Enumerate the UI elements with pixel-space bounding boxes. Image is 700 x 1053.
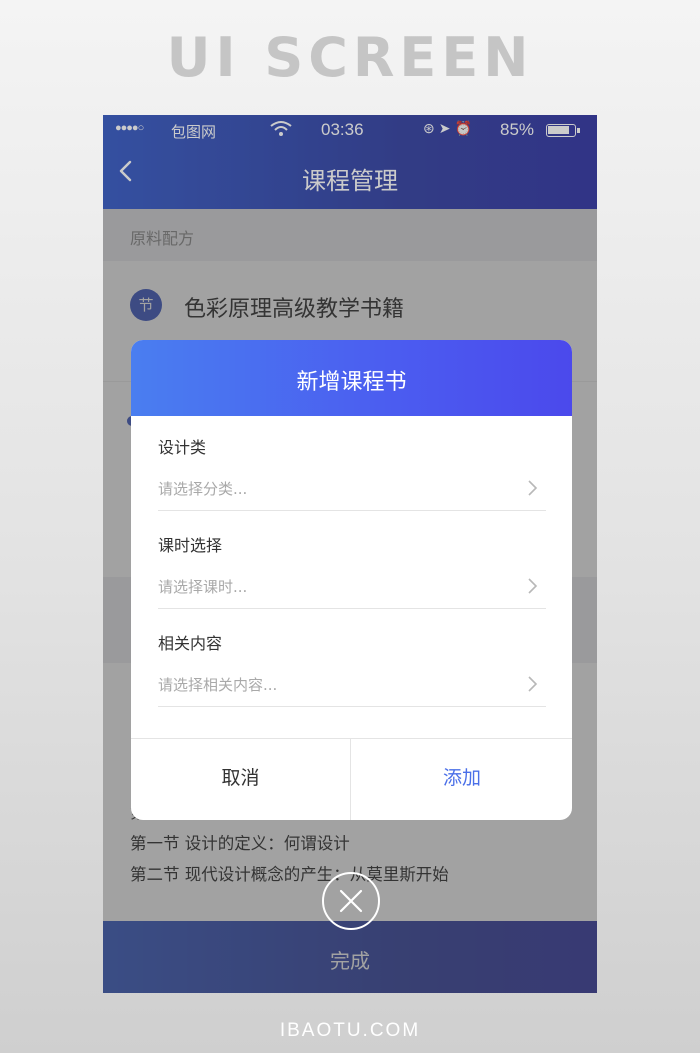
category-label: 设计类 — [158, 438, 207, 457]
dialog-header: 新增课程书 — [131, 340, 572, 416]
page-footer: IBAOTU.COM — [279, 1020, 421, 1041]
related-content-placeholder: 请选择相关内容... — [158, 676, 278, 694]
category-select[interactable]: 请选择分类... — [158, 468, 546, 511]
chevron-right-icon — [522, 478, 542, 498]
class-hours-placeholder: 请选择课时... — [158, 578, 248, 596]
add-course-dialog: 新增课程书 设计类 请选择分类... 课时选择 请选择课时... 相关内容 请选… — [131, 340, 572, 820]
chevron-right-icon — [522, 576, 542, 596]
category-placeholder: 请选择分类... — [158, 480, 248, 498]
page-heading: UI SCREEN — [166, 26, 534, 89]
add-button[interactable]: 添加 — [352, 739, 572, 820]
related-content-label: 相关内容 — [158, 634, 223, 653]
nav-dim-overlay — [103, 115, 597, 209]
chevron-right-icon — [522, 674, 542, 694]
class-hours-label: 课时选择 — [158, 536, 223, 555]
close-button[interactable] — [322, 872, 380, 930]
dialog-footer: 取消 添加 — [131, 738, 572, 820]
cancel-button[interactable]: 取消 — [131, 739, 351, 820]
dialog-title: 新增课程书 — [296, 370, 407, 395]
class-hours-select[interactable]: 请选择课时... — [158, 566, 546, 609]
related-content-select[interactable]: 请选择相关内容... — [158, 664, 546, 707]
